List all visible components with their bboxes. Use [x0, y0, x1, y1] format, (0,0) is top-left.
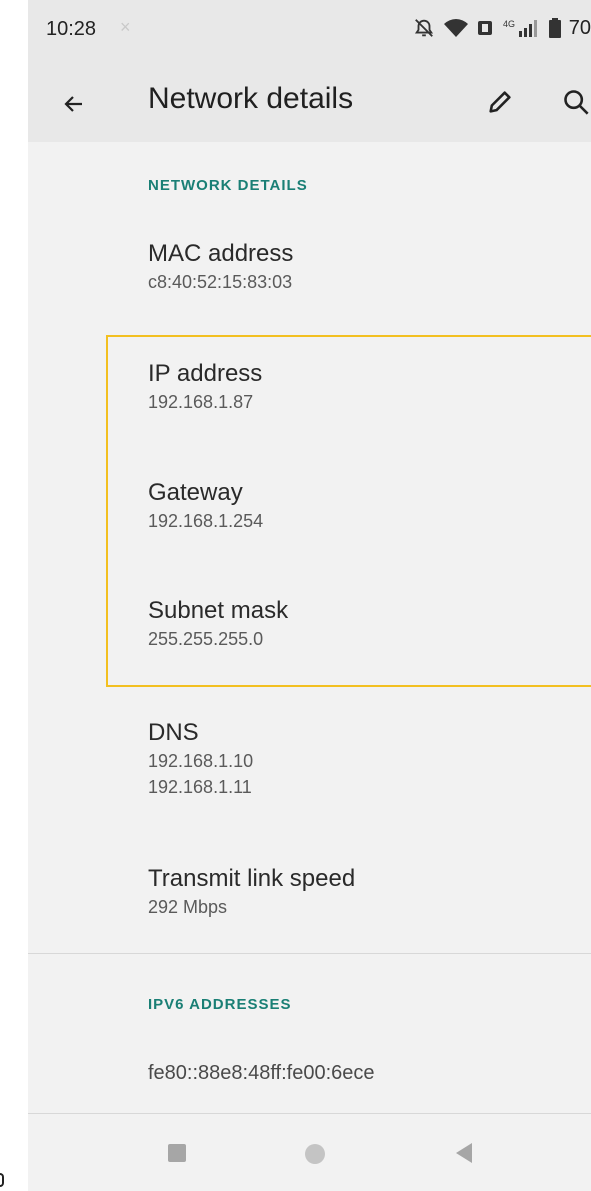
gateway-item[interactable]: Gateway 192.168.1.254 — [148, 478, 263, 534]
phone-screen: 10:28 × 4G 70 Network details NETWORK DE… — [28, 0, 591, 1191]
alarm-off-icon — [414, 19, 433, 37]
gateway-value: 192.168.1.254 — [148, 511, 264, 531]
status-icons: 4G 70 — [413, 15, 591, 41]
ip-address-label: IP address — [148, 360, 263, 387]
link-speed-label: Transmit link speed — [148, 865, 356, 892]
page-title: Network details — [148, 82, 354, 115]
section-header-network-details: NETWORK DETAILS — [148, 177, 308, 194]
dns-label: DNS — [148, 719, 199, 746]
recents-square-icon[interactable] — [168, 1144, 186, 1162]
search-icon — [564, 90, 589, 115]
wifi-icon — [443, 19, 468, 37]
subnet-mask-value: 255.255.255.0 — [148, 629, 264, 649]
link-speed-item[interactable]: Transmit link speed 292 Mbps — [148, 864, 355, 920]
mac-address-label: MAC address — [148, 240, 294, 267]
svg-text:4G: 4G — [503, 19, 515, 29]
battery-level: 70 — [568, 16, 591, 39]
dns-value-1: 192.168.1.10 — [148, 751, 254, 771]
dns-value-2: 192.168.1.11 — [148, 777, 252, 797]
section-header-ipv6: IPV6 ADDRESSES — [148, 996, 292, 1013]
back-button[interactable] — [46, 80, 102, 128]
ip-address-value: 192.168.1.87 — [148, 392, 254, 412]
notification-icon: × — [120, 17, 131, 37]
home-circle-icon[interactable] — [305, 1144, 325, 1164]
app-bar: Network details — [28, 62, 591, 142]
nav-divider — [28, 1113, 591, 1114]
nfc-icon — [477, 21, 492, 35]
search-button[interactable] — [552, 78, 591, 126]
subnet-mask-item[interactable]: Subnet mask 255.255.255.0 — [148, 596, 288, 652]
section-divider — [28, 953, 591, 954]
navigation-bar — [28, 1115, 591, 1191]
battery-icon — [548, 18, 561, 38]
dns-item[interactable]: DNS 192.168.1.10 192.168.1.11 — [148, 718, 253, 800]
edge-mark — [0, 1173, 4, 1187]
status-bar: 10:28 × 4G 70 — [28, 0, 591, 62]
mac-address-item[interactable]: MAC address c8:40:52:15:83:03 — [148, 239, 293, 295]
4g-signal-icon: 4G — [503, 19, 537, 37]
subnet-mask-label: Subnet mask — [148, 597, 289, 624]
mac-address-value: c8:40:52:15:83:03 — [148, 272, 293, 292]
ipv6-address-value[interactable]: fe80::88e8:48ff:fe00:6ece — [148, 1062, 375, 1085]
back-triangle-icon[interactable] — [454, 1141, 474, 1165]
status-time: 10:28 — [46, 18, 97, 40]
ip-address-item[interactable]: IP address 192.168.1.87 — [148, 359, 262, 415]
edit-button[interactable] — [476, 78, 524, 126]
link-speed-value: 292 Mbps — [148, 897, 228, 917]
arrow-left-icon — [64, 96, 82, 112]
gateway-label: Gateway — [148, 479, 243, 506]
pencil-icon — [489, 91, 511, 113]
